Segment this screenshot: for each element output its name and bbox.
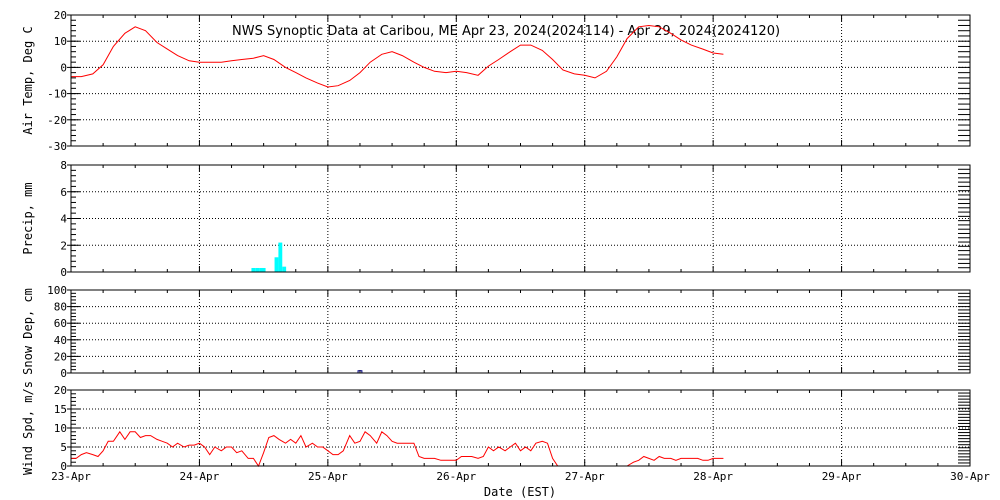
- y-tick-label: 10: [54, 422, 67, 435]
- x-axis-label: Date (EST): [484, 485, 556, 499]
- series-line-wind-speed: [71, 430, 570, 468]
- x-tick-label: 24-Apr: [180, 470, 220, 483]
- y-axis-label: Precip, mm: [21, 182, 35, 254]
- y-tick-label: -10: [47, 88, 67, 101]
- y-tick-label: 5: [60, 441, 67, 454]
- bar-mark: [255, 267, 260, 272]
- y-tick-label: 15: [54, 403, 67, 416]
- panel-frame: [70, 389, 971, 467]
- y-tick-label: 60: [54, 317, 67, 330]
- y-tick-label: 80: [54, 301, 67, 314]
- y-tick-label: 20: [54, 350, 67, 363]
- x-tick-label: 29-Apr: [822, 470, 862, 483]
- x-tick-label: 23-Apr: [51, 470, 91, 483]
- series-line-wind-speed: [626, 455, 724, 467]
- bar-mark: [251, 267, 256, 272]
- bar-mark: [261, 267, 266, 272]
- y-axis-label: Snow Dep, cm: [21, 288, 35, 375]
- x-axis: 23-Apr 24-Apr 25-Apr 26-Apr 27-Apr 28-Apr 29-A…: [51, 470, 990, 483]
- y-tick-label: 20: [54, 384, 67, 397]
- panel-frame: [70, 289, 971, 374]
- x-tick-label: 28-Apr: [693, 470, 733, 483]
- y-tick-label: 0: [60, 367, 67, 380]
- y-tick-label: 2: [60, 239, 67, 252]
- y-axis-label: Air Temp, Deg C: [21, 26, 35, 134]
- y-tick-label: 100: [47, 284, 67, 297]
- panel-precip: 0 2 4 6 8 Precip, mm: [21, 159, 971, 279]
- bar-mark: [274, 257, 279, 272]
- y-tick-label: 8: [60, 159, 67, 172]
- panel-wind-speed: 05101520Wind Spd, m/s: [21, 381, 971, 475]
- y-tick-label: 4: [60, 213, 67, 226]
- panel-snow-depth: 0 20 40 60 80 100 Snow Dep, cm: [21, 284, 971, 380]
- bar-mark: [278, 242, 283, 272]
- y-axis-label: Wind Spd, m/s: [21, 381, 35, 475]
- x-tick-label: 26-Apr: [436, 470, 476, 483]
- y-tick-label: 0: [60, 61, 67, 74]
- x-tick-label: 27-Apr: [565, 470, 605, 483]
- x-tick-label: 30-Apr: [950, 470, 990, 483]
- y-tick-label: -20: [47, 114, 67, 127]
- y-tick-label: 10: [54, 35, 67, 48]
- x-tick-label: 25-Apr: [308, 470, 348, 483]
- y-tick-label: 0: [60, 266, 67, 279]
- chart-title: NWS Synoptic Data at Caribou, ME Apr 23,…: [232, 24, 780, 39]
- y-tick-label: 6: [60, 186, 67, 199]
- bar-mark: [282, 266, 287, 272]
- y-tick-label: 20: [54, 9, 67, 22]
- panel-frame: [70, 164, 971, 273]
- y-tick-label: -30: [47, 140, 67, 153]
- y-tick-label: 40: [54, 334, 67, 347]
- synoptic-chart: NWS Synoptic Data at Caribou, ME Apr 23,…: [21, 9, 990, 499]
